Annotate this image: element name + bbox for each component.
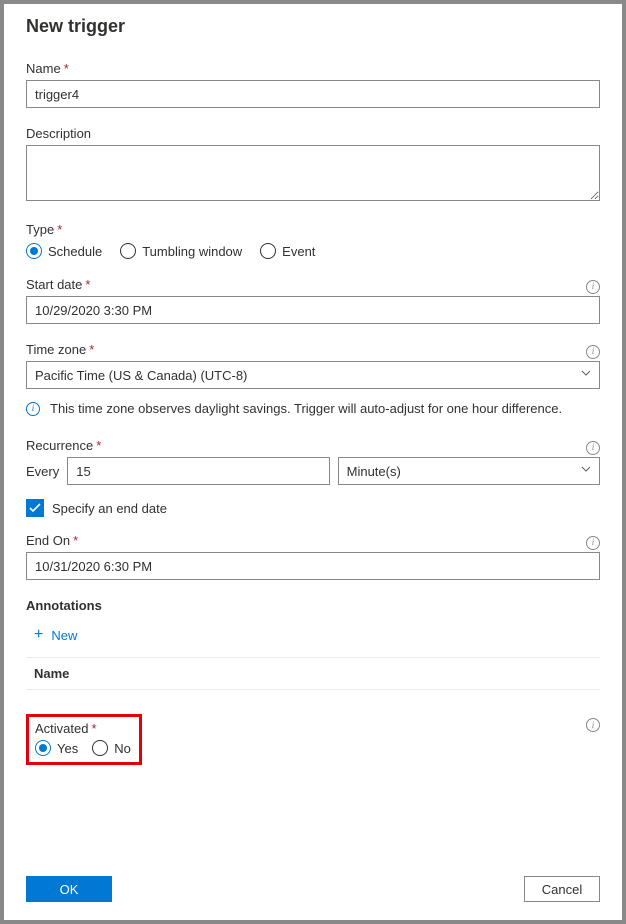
time-zone-field: Time zone* i Pacific Time (US & Canada) … [26,342,600,389]
annotations-section: Annotations + New Name [26,598,600,690]
plus-icon: + [34,627,43,643]
recurrence-row: Every Minute(s) [26,457,600,485]
description-input[interactable] [26,145,600,201]
chevron-down-icon [581,466,591,476]
radio-label: Yes [57,741,78,756]
checkbox-label: Specify an end date [52,501,167,516]
end-on-label: End On* [26,533,78,548]
radio-label: Event [282,244,315,259]
add-annotation-button[interactable]: + New [26,617,600,653]
time-zone-note: i This time zone observes daylight savin… [26,401,600,416]
type-field: Type* Schedule Tumbling window Event [26,222,600,259]
activated-field: Activated* Yes No i [26,714,600,765]
radio-icon [92,740,108,756]
new-trigger-panel: New trigger Name* Description Type* Sche… [0,0,626,924]
type-radio-event[interactable]: Event [260,243,315,259]
panel-title: New trigger [26,16,600,37]
select-value: Minute(s) [347,464,401,479]
radio-label: Schedule [48,244,102,259]
required-asterisk: * [91,721,96,736]
recurrence-label: Recurrence* [26,438,101,453]
type-radio-schedule[interactable]: Schedule [26,243,102,259]
recurrence-field: Recurrence* i Every Minute(s) [26,438,600,485]
panel-footer: OK Cancel [4,864,622,920]
required-asterisk: * [85,277,90,292]
type-radio-tumbling[interactable]: Tumbling window [120,243,242,259]
cancel-button[interactable]: Cancel [524,876,600,902]
required-asterisk: * [89,342,94,357]
start-date-label: Start date* [26,277,90,292]
select-value: Pacific Time (US & Canada) (UTC-8) [35,368,247,383]
chevron-down-icon [581,370,591,380]
info-icon[interactable]: i [586,718,600,732]
note-text: This time zone observes daylight savings… [50,401,562,416]
activated-radio-no[interactable]: No [92,740,131,756]
type-label: Type* [26,222,600,237]
required-asterisk: * [57,222,62,237]
name-field: Name* [26,61,600,108]
required-asterisk: * [73,533,78,548]
end-on-field: End On* i [26,533,600,580]
every-label: Every [26,464,59,479]
recurrence-value-input[interactable] [67,457,329,485]
specify-end-date-checkbox[interactable]: Specify an end date [26,499,600,517]
description-label: Description [26,126,600,141]
radio-icon [26,243,42,259]
info-icon[interactable]: i [586,345,600,359]
checkbox-icon [26,499,44,517]
type-radio-group: Schedule Tumbling window Event [26,243,600,259]
add-new-label: New [51,628,77,643]
radio-icon [120,243,136,259]
start-date-input[interactable] [26,296,600,324]
radio-label: No [114,741,131,756]
annotations-column-header: Name [26,657,600,690]
activated-radio-group: Yes No [35,740,131,756]
required-asterisk: * [96,438,101,453]
description-field: Description [26,126,600,204]
info-icon[interactable]: i [586,280,600,294]
ok-button[interactable]: OK [26,876,112,902]
activated-label: Activated* [35,721,131,736]
info-icon[interactable]: i [586,536,600,550]
start-date-field: Start date* i [26,277,600,324]
activated-radio-yes[interactable]: Yes [35,740,78,756]
end-on-input[interactable] [26,552,600,580]
panel-content: New trigger Name* Description Type* Sche… [4,4,622,864]
required-asterisk: * [64,61,69,76]
activated-highlight-box: Activated* Yes No [26,714,142,765]
info-icon: i [26,402,40,416]
recurrence-unit-select[interactable]: Minute(s) [338,457,600,485]
radio-label: Tumbling window [142,244,242,259]
name-input[interactable] [26,80,600,108]
radio-icon [260,243,276,259]
name-label: Name* [26,61,600,76]
time-zone-label: Time zone* [26,342,94,357]
info-icon[interactable]: i [586,441,600,455]
time-zone-select[interactable]: Pacific Time (US & Canada) (UTC-8) [26,361,600,389]
annotations-label: Annotations [26,598,600,613]
radio-icon [35,740,51,756]
